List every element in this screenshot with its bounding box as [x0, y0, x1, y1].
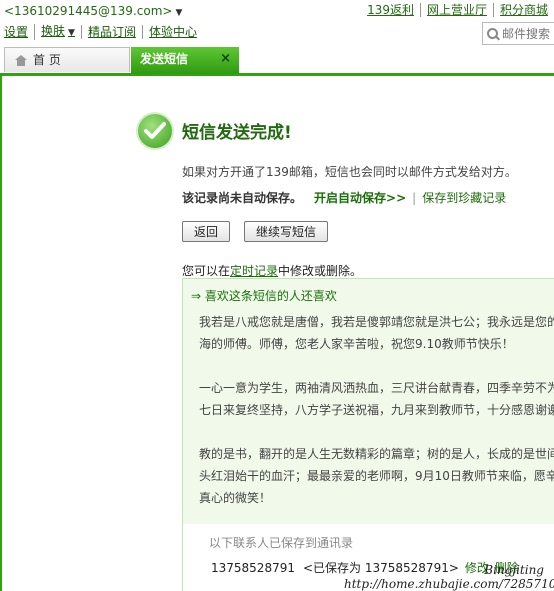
autosave-line: 该记录尚未自动保存。 开启自动保存>> | 保存到珍藏记录	[182, 189, 506, 206]
watermark-name: Bingjiting	[484, 563, 544, 577]
list-item[interactable]: 教的是书，翻开的是人生无数精彩的篇章；树的是人，长成的是世间 头红泪始干的血汗；…	[199, 443, 554, 509]
watermark: Bingjiting http://home.zhubajie.com/7285…	[344, 563, 554, 591]
chevron-down-icon[interactable]: ▼	[175, 8, 182, 18]
save-to-collection-link[interactable]: 保存到珍藏记录	[422, 189, 506, 206]
link-experience[interactable]: 体验中心	[141, 25, 203, 39]
link-points-mall[interactable]: 积分商城	[492, 3, 554, 17]
divider: |	[412, 190, 417, 205]
search-input[interactable]	[502, 26, 554, 41]
enable-autosave-link[interactable]: 开启自动保存>>	[314, 189, 406, 206]
link-skin[interactable]: 换肤 ▼	[34, 24, 81, 40]
notice-text-post: 中修改或删除。	[278, 264, 363, 278]
list-item-line: 真心的微笑！	[199, 491, 272, 505]
back-button[interactable]: 返回	[182, 221, 230, 242]
account-email-text: <13610291445@139.com>	[4, 4, 173, 18]
link-skin-label: 换肤	[41, 24, 66, 38]
watermark-url: http://home.zhubajie.com/7285710/	[344, 577, 554, 591]
top-links: 139返利 网上营业厅 积分商城	[361, 3, 554, 17]
chevron-down-icon[interactable]: ▼	[68, 28, 75, 38]
list-item-line: 海的师傅。师傅，您老人家辛苦啦，祝您9.10教师节快乐！	[199, 337, 514, 351]
tab-send-sms[interactable]: 发送短信 ×	[131, 47, 239, 74]
tab-bar: 首 页 发送短信 ×	[0, 47, 554, 76]
search-icon[interactable]	[487, 27, 499, 40]
page-title: 短信发送完成!	[182, 123, 292, 143]
list-item-line: 七日来复终坚持，八方学子送祝福，九月来到教师节，十分感恩谢谢	[199, 403, 554, 417]
not-saved-text: 该记录尚未自动保存。	[182, 191, 303, 205]
check-icon	[138, 114, 172, 148]
link-139-rebate[interactable]: 139返利	[361, 3, 420, 17]
list-item-line: 一心一意为学生，两袖清风洒热血，三尺讲台献青春，四季辛劳不为	[199, 381, 554, 395]
recommend-panel: ⇒ 喜欢这条短信的人还喜欢 我若是八戒您就是唐僧，我若是傻郭靖您就是洪七公；我永…	[182, 278, 554, 526]
mail-search[interactable]	[482, 22, 554, 45]
schedule-notice: 您可以在定时记录中修改或删除。	[182, 262, 362, 279]
contact-number: 13758528791	[211, 561, 295, 575]
scheduled-records-link[interactable]: 定时记录	[230, 264, 278, 278]
result-description: 如果对方开通了139邮箱，短信也会同时以邮件方式发给对方。	[182, 165, 517, 179]
tab-home-label: 首 页	[33, 53, 61, 67]
account-email[interactable]: <13610291445@139.com> ▼	[4, 4, 182, 18]
list-item-line: 我若是八戒您就是唐僧，我若是傻郭靖您就是洪七公；我永远是您的	[199, 315, 554, 329]
contacts-heading: 以下联系人已保存到通讯录	[209, 536, 354, 550]
notice-text-pre: 您可以在	[182, 264, 231, 278]
sub-nav: 设置 换肤 ▼ 精品订阅 体验中心	[4, 24, 203, 40]
link-subscriptions[interactable]: 精品订阅	[80, 25, 142, 39]
tab-home[interactable]: 首 页	[4, 47, 130, 72]
home-icon	[15, 55, 27, 66]
recommend-heading: ⇒ 喜欢这条短信的人还喜欢	[191, 289, 337, 303]
link-online-hall[interactable]: 网上营业厅	[419, 3, 493, 17]
top-bar: <13610291445@139.com> ▼ 139返利 网上营业厅 积分商城 …	[0, 0, 554, 48]
continue-writing-button[interactable]: 继续写短信	[244, 221, 328, 242]
close-icon[interactable]: ×	[220, 47, 231, 71]
list-item-line: 头红泪始干的血汗；最最亲爱的老师啊，9月10日教师节来临，愿辛	[199, 469, 554, 483]
tab-send-sms-label: 发送短信	[140, 52, 189, 66]
list-item[interactable]: 我若是八戒您就是唐僧，我若是傻郭靖您就是洪七公；我永远是您的 海的师傅。师傅，您…	[199, 311, 554, 355]
list-item-line: 教的是书，翻开的是人生无数精彩的篇章；树的是人，长成的是世间	[199, 447, 554, 461]
list-item[interactable]: 一心一意为学生，两袖清风洒热血，三尺讲台献青春，四季辛劳不为 七日来复终坚持，八…	[199, 377, 554, 421]
link-settings[interactable]: 设置	[4, 25, 34, 39]
